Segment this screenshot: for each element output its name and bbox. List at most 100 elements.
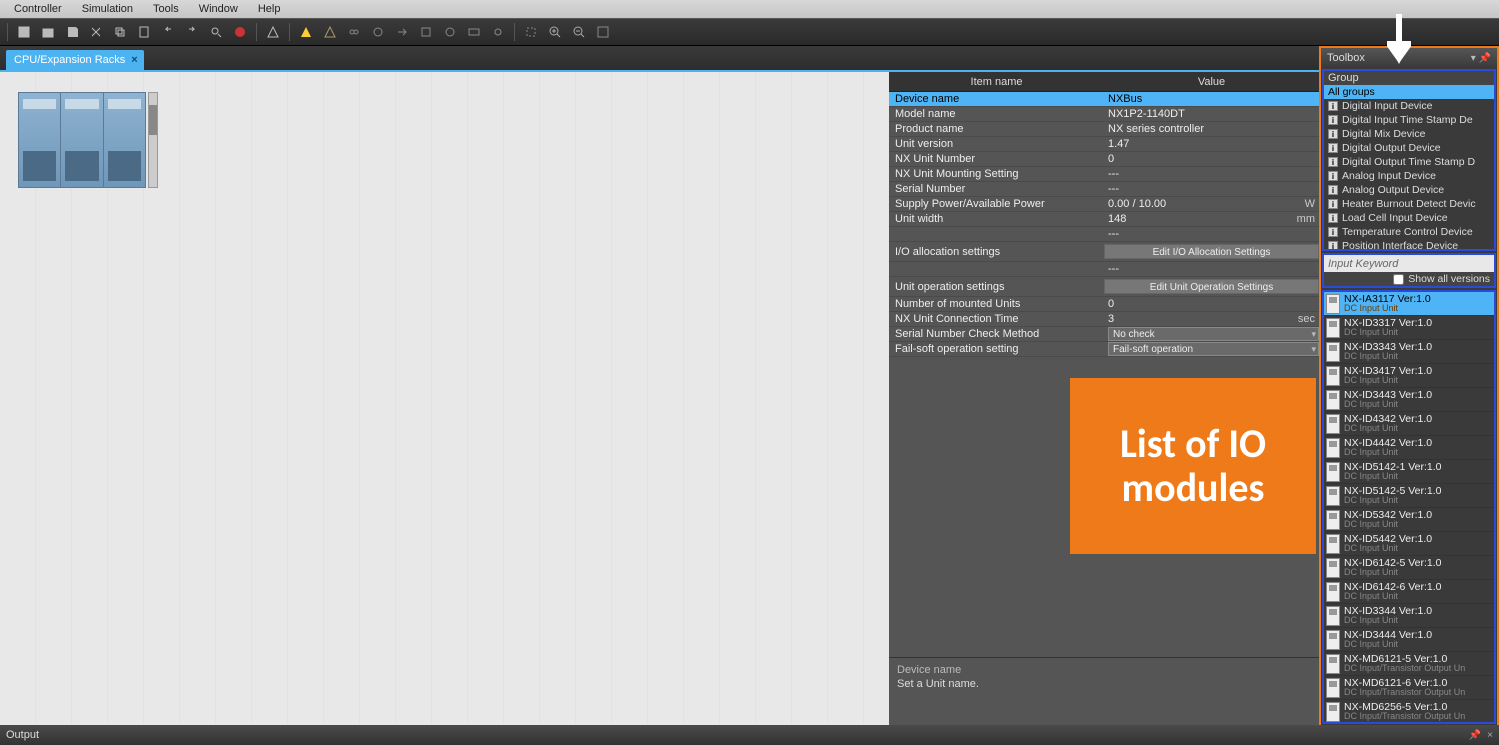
output-close-icon[interactable]: × (1487, 730, 1493, 741)
menu-simulation[interactable]: Simulation (72, 3, 143, 15)
toolbar-button-transfer[interactable] (391, 21, 413, 43)
show-all-versions-checkbox[interactable] (1393, 274, 1404, 285)
output-pin-icon[interactable]: 📌 (1469, 730, 1481, 741)
toolbar-button-refresh[interactable] (439, 21, 461, 43)
property-row[interactable]: NX Unit Connection Time3sec (889, 312, 1319, 327)
toolbar-button-zoom-in[interactable] (544, 21, 566, 43)
cpu-rack-unit[interactable] (18, 92, 146, 188)
toolbar-button-zoom-out[interactable] (568, 21, 590, 43)
toolbar-button-paste[interactable] (133, 21, 155, 43)
property-row[interactable]: Unit version1.47 (889, 137, 1319, 152)
group-item[interactable]: iDigital Mix Device (1324, 127, 1494, 141)
property-edit-button[interactable]: Edit I/O Allocation Settings (1104, 244, 1319, 259)
property-row[interactable]: Unit operation settingsEdit Unit Operati… (889, 277, 1319, 297)
module-item[interactable]: NX-ID6142-5 Ver:1.0DC Input Unit (1324, 556, 1494, 580)
toolbar-button-open[interactable] (37, 21, 59, 43)
property-row[interactable]: NX Unit Mounting Setting--- (889, 167, 1319, 182)
property-value[interactable]: Fail-soft operation (1104, 342, 1319, 356)
toolbar-button-save[interactable] (61, 21, 83, 43)
module-item[interactable]: NX-ID3343 Ver:1.0DC Input Unit (1324, 340, 1494, 364)
group-item[interactable]: iAnalog Input Device (1324, 169, 1494, 183)
property-select[interactable]: Fail-soft operation (1108, 342, 1319, 356)
module-item[interactable]: NX-MD6121-5 Ver:1.0DC Input/Transistor O… (1324, 652, 1494, 676)
rack-slot[interactable] (19, 93, 61, 187)
module-item[interactable]: NX-ID3444 Ver:1.0DC Input Unit (1324, 628, 1494, 652)
output-bar[interactable]: Output 📌 × (0, 725, 1499, 745)
property-row[interactable]: Number of mounted Units0 (889, 297, 1319, 312)
property-value[interactable]: No check (1104, 327, 1319, 341)
module-item[interactable]: NX-ID5342 Ver:1.0DC Input Unit (1324, 508, 1494, 532)
module-item[interactable]: NX-ID6142-6 Ver:1.0DC Input Unit (1324, 580, 1494, 604)
module-item[interactable]: NX-ID3443 Ver:1.0DC Input Unit (1324, 388, 1494, 412)
toolbar-button-redo[interactable] (181, 21, 203, 43)
module-item[interactable]: NX-ID3417 Ver:1.0DC Input Unit (1324, 364, 1494, 388)
module-item[interactable]: NX-ID4442 Ver:1.0DC Input Unit (1324, 436, 1494, 460)
toolbar-button-monitor[interactable] (463, 21, 485, 43)
rack-scrollbar[interactable] (148, 92, 158, 188)
scrollbar-thumb[interactable] (149, 105, 157, 135)
property-row[interactable]: --- (889, 262, 1319, 277)
toolbar-button-link[interactable] (343, 21, 365, 43)
property-value[interactable]: Edit Unit Operation Settings (1104, 279, 1319, 294)
rack-slot[interactable] (61, 93, 103, 187)
property-row[interactable]: Fail-soft operation settingFail-soft ope… (889, 342, 1319, 357)
toolbar-button-select[interactable] (520, 21, 542, 43)
property-row[interactable]: Supply Power/Available Power0.00 / 10.00… (889, 197, 1319, 212)
module-item[interactable]: NX-ID5142-5 Ver:1.0DC Input Unit (1324, 484, 1494, 508)
module-item[interactable]: NX-IA3117 Ver:1.0DC Input Unit (1324, 292, 1494, 316)
property-value[interactable]: Edit I/O Allocation Settings (1104, 244, 1319, 259)
close-icon[interactable]: × (131, 54, 137, 66)
group-item[interactable]: iAnalog Output Device (1324, 183, 1494, 197)
group-item[interactable]: All groups (1324, 85, 1494, 99)
property-row[interactable]: Model nameNX1P2-1140DT (889, 107, 1319, 122)
keyword-input[interactable]: Input Keyword (1324, 255, 1494, 272)
property-row[interactable]: NX Unit Number0 (889, 152, 1319, 167)
group-item[interactable]: iDigital Output Time Stamp D (1324, 155, 1494, 169)
rack-slot[interactable] (104, 93, 145, 187)
module-item[interactable]: NX-MD6121-6 Ver:1.0DC Input/Transistor O… (1324, 676, 1494, 700)
module-item[interactable]: NX-ID5442 Ver:1.0DC Input Unit (1324, 532, 1494, 556)
module-item[interactable]: NX-ID5142-1 Ver:1.0DC Input Unit (1324, 460, 1494, 484)
toolbar-button-find[interactable] (205, 21, 227, 43)
property-select[interactable]: No check (1108, 327, 1319, 341)
group-item[interactable]: iDigital Output Device (1324, 141, 1494, 155)
group-item[interactable]: iHeater Burnout Detect Devic (1324, 197, 1494, 211)
toolbar-button-warning-2[interactable] (319, 21, 341, 43)
property-row[interactable]: Product nameNX series controller (889, 122, 1319, 137)
property-row[interactable]: Unit width148mm (889, 212, 1319, 227)
menu-controller[interactable]: Controller (4, 3, 72, 15)
toolbar-button-undo[interactable] (157, 21, 179, 43)
group-item[interactable]: iDigital Input Device (1324, 99, 1494, 113)
module-item[interactable]: NX-ID4342 Ver:1.0DC Input Unit (1324, 412, 1494, 436)
group-item[interactable]: iDigital Input Time Stamp De (1324, 113, 1494, 127)
property-row[interactable]: I/O allocation settingsEdit I/O Allocati… (889, 242, 1319, 262)
menu-help[interactable]: Help (248, 3, 291, 15)
toolbar-button-watch[interactable] (487, 21, 509, 43)
property-row[interactable]: Serial Number Check MethodNo check (889, 327, 1319, 342)
toolbar-button-cut[interactable] (85, 21, 107, 43)
toolbar-button-new[interactable] (13, 21, 35, 43)
group-item[interactable]: iLoad Cell Input Device (1324, 211, 1494, 225)
show-all-versions-row[interactable]: Show all versions (1324, 272, 1494, 286)
rack-canvas[interactable] (0, 72, 889, 727)
pin-icon[interactable]: ▾ 📌 (1471, 53, 1491, 64)
module-item[interactable]: NX-ID3317 Ver:1.0DC Input Unit (1324, 316, 1494, 340)
tab-cpu-expansion-racks[interactable]: CPU/Expansion Racks × (6, 50, 144, 70)
toolbar-button-online[interactable] (415, 21, 437, 43)
property-row[interactable]: --- (889, 227, 1319, 242)
toolbar-button-stop[interactable] (229, 21, 251, 43)
group-item[interactable]: iTemperature Control Device (1324, 225, 1494, 239)
toolbar-button-build[interactable] (262, 21, 284, 43)
property-row[interactable]: Device nameNXBus (889, 92, 1319, 107)
menu-window[interactable]: Window (189, 3, 248, 15)
toolbar-button-copy[interactable] (109, 21, 131, 43)
toolbar-button-warning[interactable] (295, 21, 317, 43)
toolbar-button-sync[interactable] (367, 21, 389, 43)
toolbar-button-zoom-fit[interactable] (592, 21, 614, 43)
group-item[interactable]: iPosition Interface Device (1324, 239, 1494, 249)
module-item[interactable]: NX-MD6256-5 Ver:1.0DC Input/Transistor O… (1324, 700, 1494, 724)
module-item[interactable]: NX-ID3344 Ver:1.0DC Input Unit (1324, 604, 1494, 628)
menu-tools[interactable]: Tools (143, 3, 189, 15)
property-edit-button[interactable]: Edit Unit Operation Settings (1104, 279, 1319, 294)
property-row[interactable]: Serial Number--- (889, 182, 1319, 197)
